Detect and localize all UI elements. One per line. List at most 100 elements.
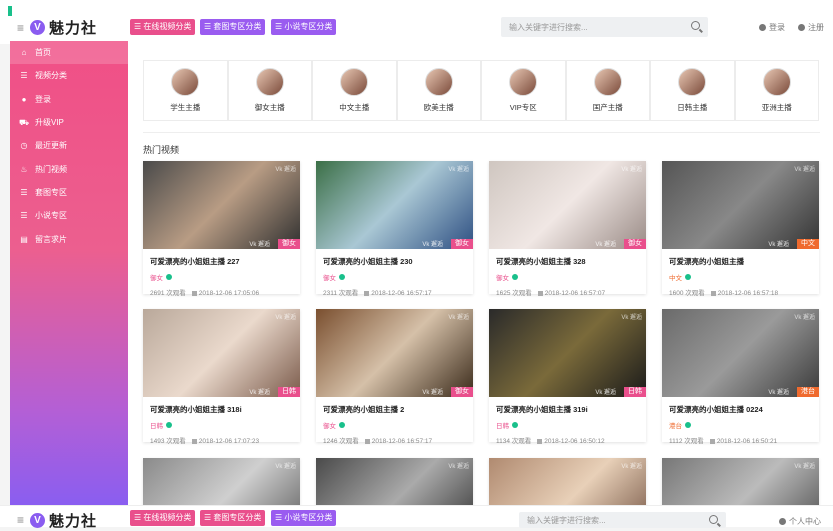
sidebar-item[interactable]: ◷ 最近更新 <box>10 134 128 157</box>
sidebar-item[interactable]: ♨ 热门视频 <box>10 157 128 180</box>
video-card[interactable]: Vk 邂逅 Vk 邂逅 御女 可爱漂亮的小姐姐主播 230 御女 2311 次观看 2018… <box>316 161 473 297</box>
search-icon[interactable] <box>691 21 700 30</box>
user-center-link[interactable]: 个人中心 <box>779 516 821 527</box>
section-title: 热门视频 <box>143 145 180 155</box>
gallery-category-button[interactable]: ☰ 套图专区分类 <box>200 19 266 35</box>
register-label: 注册 <box>808 23 824 32</box>
category-label: 日韩主播 <box>677 103 708 112</box>
video-meta: 1134 次观看 2018-12-06 16:50:12 <box>496 435 646 445</box>
site-logo[interactable]: V 魅力社 <box>30 17 97 38</box>
novel-category-button[interactable]: ☰ 小说专区分类 <box>271 19 337 35</box>
category-tag: 日韩 <box>624 387 646 397</box>
video-title[interactable]: 可爱漂亮的小姐姐主播 227 <box>150 256 300 267</box>
video-category[interactable]: 御女 <box>496 272 646 282</box>
video-meta: 1112 次观看 2018-12-06 16:50:21 <box>669 435 819 445</box>
category-avatar <box>509 68 538 96</box>
video-category-button[interactable]: ☰ 在线视频分类 <box>130 19 196 35</box>
video-thumbnail[interactable]: Vk 邂逅 Vk 邂逅 港台 <box>662 309 819 397</box>
upload-date: 2018-12-06 16:50:21 <box>716 438 778 445</box>
calendar-icon <box>710 290 716 296</box>
video-card[interactable]: Vk 邂逅 Vk 邂逅 御女 可爱漂亮的小姐姐主播 2 御女 1246 次观看 2018-1… <box>316 309 473 445</box>
video-category[interactable]: 日韩 <box>150 420 300 430</box>
category-avatar <box>593 68 622 96</box>
watermark: Vk 邂逅 <box>621 464 642 470</box>
category-tag: 御女 <box>624 239 646 249</box>
video-title[interactable]: 可爱漂亮的小姐姐主播 <box>669 256 819 267</box>
video-thumbnail[interactable]: Vk 邂逅 Vk 邂逅 御女 <box>316 161 473 249</box>
search-input[interactable]: 输入关键字进行搜索... <box>519 512 726 528</box>
video-category[interactable]: 中文 <box>669 272 819 282</box>
video-title[interactable]: 可爱漂亮的小姐姐主播 2 <box>323 404 473 415</box>
home-icon: ⌂ <box>21 48 27 58</box>
video-card[interactable]: Vk 邂逅 Vk 邂逅 中文 可爱漂亮的小姐姐主播 中文 1600 次观看 2018-12-… <box>662 161 819 297</box>
sidebar-item[interactable]: ☰ 套图专区 <box>10 181 128 204</box>
category-card[interactable]: 国产主播 <box>565 60 650 121</box>
category-tag: 日韩 <box>278 387 300 397</box>
category-text: 日韩 <box>496 423 509 430</box>
video-card[interactable]: Vk 邂逅 Vk 邂逅 日韩 可爱漂亮的小姐姐主播 318i 日韩 1493 次观看 201… <box>143 309 300 445</box>
novel-category-button[interactable]: ☰ 小说专区分类 <box>271 510 337 526</box>
verified-icon <box>166 422 172 428</box>
watermark: Vk 邂逅 <box>595 390 616 396</box>
video-thumbnail[interactable]: Vk 邂逅 Vk 邂逅 御女 <box>143 161 300 249</box>
category-card[interactable]: 中文主播 <box>312 60 397 121</box>
search-input[interactable]: 输入关键字进行搜索... <box>501 17 708 37</box>
category-card[interactable]: 学生主播 <box>143 60 228 121</box>
video-title[interactable]: 可爱漂亮的小姐姐主播 328 <box>496 256 646 267</box>
video-category[interactable]: 御女 <box>323 272 473 282</box>
sidebar-item[interactable]: ☰ 小说专区 <box>10 204 128 227</box>
search-placeholder: 输入关键字进行搜索... <box>527 516 606 525</box>
watermark: Vk 邂逅 <box>275 167 296 173</box>
video-card[interactable]: Vk 邂逅 Vk 邂逅 御女可爱漂亮的小姐姐主播 227 御女 2691 次观看 2018… <box>143 161 300 297</box>
video-category-button[interactable]: ☰ 在线视频分类 <box>130 510 196 526</box>
sidebar-item[interactable]: ⛟ 升级VIP <box>10 111 128 134</box>
gallery-category-button[interactable]: ☰ 套图专区分类 <box>200 510 266 526</box>
menu-toggle-icon[interactable]: ≡ <box>17 21 24 35</box>
video-category[interactable]: 御女 <box>323 420 473 430</box>
category-tag: 中文 <box>797 239 819 249</box>
video-thumbnail[interactable]: Vk 邂逅 Vk 邂逅 中文 <box>662 161 819 249</box>
menu-toggle-icon[interactable]: ≡ <box>17 513 24 527</box>
video-title[interactable]: 可爱漂亮的小姐姐主播 319i <box>496 404 646 415</box>
gear-icon <box>798 24 805 31</box>
sidebar-item-label: 留言求片 <box>35 234 67 244</box>
video-category[interactable]: 日韩 <box>496 420 646 430</box>
verified-icon <box>339 274 345 280</box>
category-card[interactable]: 日韩主播 <box>650 60 735 121</box>
sidebar-item[interactable]: ▤ 留言求片 <box>10 227 128 250</box>
sidebar-item[interactable]: ● 登录 <box>10 88 128 111</box>
category-card[interactable]: 亚洲主播 <box>734 60 819 121</box>
category-avatar <box>678 68 707 96</box>
calendar-icon <box>709 438 715 444</box>
video-meta: 1493 次观看 2018-12-06 17:07:23 <box>150 435 300 445</box>
video-title[interactable]: 可爱漂亮的小姐姐主播 318i <box>150 404 300 415</box>
category-tag: 港台 <box>797 387 819 397</box>
video-title[interactable]: 可爱漂亮的小姐姐主播 0224 <box>669 404 819 415</box>
video-thumbnail[interactable]: Vk 邂逅 Vk 邂逅 日韩 <box>143 309 300 397</box>
category-tag: 御女 <box>451 387 473 397</box>
video-card[interactable]: Vk 邂逅 Vk 邂逅 御女 可爱漂亮的小姐姐主播 328 御女 1625 次观看 2018… <box>489 161 646 297</box>
category-card[interactable]: VIP专区 <box>481 60 566 121</box>
video-title[interactable]: 可爱漂亮的小姐姐主播 230 <box>323 256 473 267</box>
search-icon[interactable] <box>709 515 718 524</box>
video-card[interactable]: Vk 邂逅 Vk 邂逅 日韩 可爱漂亮的小姐姐主播 319i 日韩 1134 次观看 201… <box>489 309 646 445</box>
sidebar-item[interactable]: ⌂ 首页 <box>10 41 128 65</box>
sidebar-item[interactable]: ☰ 视频分类 <box>10 64 128 87</box>
register-link[interactable]: 注册 <box>798 22 824 33</box>
video-thumbnail[interactable]: Vk 邂逅 Vk 邂逅 御女 <box>316 309 473 397</box>
video-category[interactable]: 御女 <box>150 272 300 282</box>
video-meta: 1600 次观看 2018-12-06 16:57:18 <box>669 287 819 297</box>
category-text: 港台 <box>669 423 682 430</box>
video-thumbnail[interactable]: Vk 邂逅 Vk 邂逅 日韩 <box>489 309 646 397</box>
category-card[interactable]: 御女主播 <box>227 60 312 121</box>
video-category[interactable]: 港台 <box>669 420 819 430</box>
video-thumbnail[interactable]: Vk 邂逅 Vk 邂逅 御女 <box>489 161 646 249</box>
doc-icon: ▤ <box>20 234 28 244</box>
login-link[interactable]: 登录 <box>759 22 785 33</box>
video-meta: 2691 次观看 2018-12-06 17:05:06 <box>150 287 300 297</box>
watermark: Vk 邂逅 <box>249 390 270 396</box>
category-card[interactable]: 欧美主播 <box>396 60 481 121</box>
video-card[interactable]: Vk 邂逅 Vk 邂逅 港台可爱漂亮的小姐姐主播 0224 港台 1112 次观看 201… <box>662 309 819 445</box>
watermark: Vk 邂逅 <box>275 315 296 321</box>
site-logo[interactable]: V 魅力社 <box>30 510 97 531</box>
